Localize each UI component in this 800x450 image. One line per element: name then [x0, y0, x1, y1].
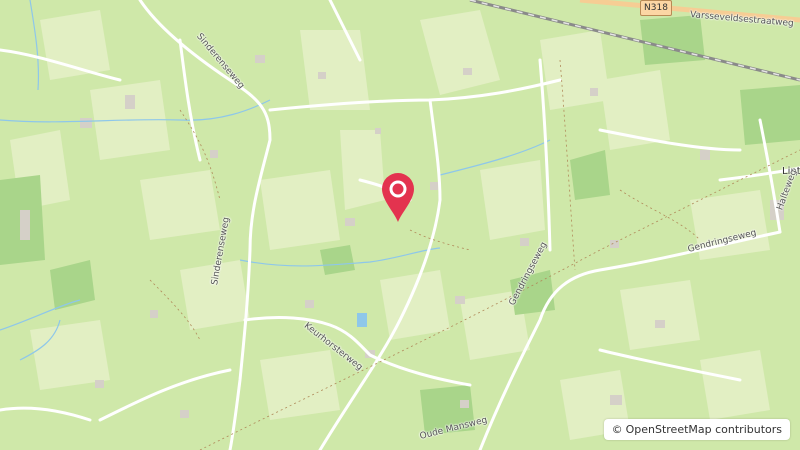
map-pin-icon — [382, 173, 414, 222]
map-tiles — [0, 0, 800, 450]
forest-patches — [0, 15, 800, 435]
map-attribution[interactable]: © OpenStreetMap contributors — [603, 419, 790, 440]
pond — [357, 313, 367, 327]
minor-roads — [0, 0, 800, 450]
location-marker[interactable] — [380, 172, 416, 224]
attribution-link[interactable]: OpenStreetMap contributors — [626, 423, 782, 436]
road-shield-n318: N318 — [640, 0, 672, 16]
map-view[interactable]: N318 Varsseveldsestraatweg Sinderenseweg… — [0, 0, 800, 450]
railway — [469, 0, 800, 82]
copyright-symbol: © — [611, 423, 623, 436]
field-patches — [10, 10, 770, 440]
